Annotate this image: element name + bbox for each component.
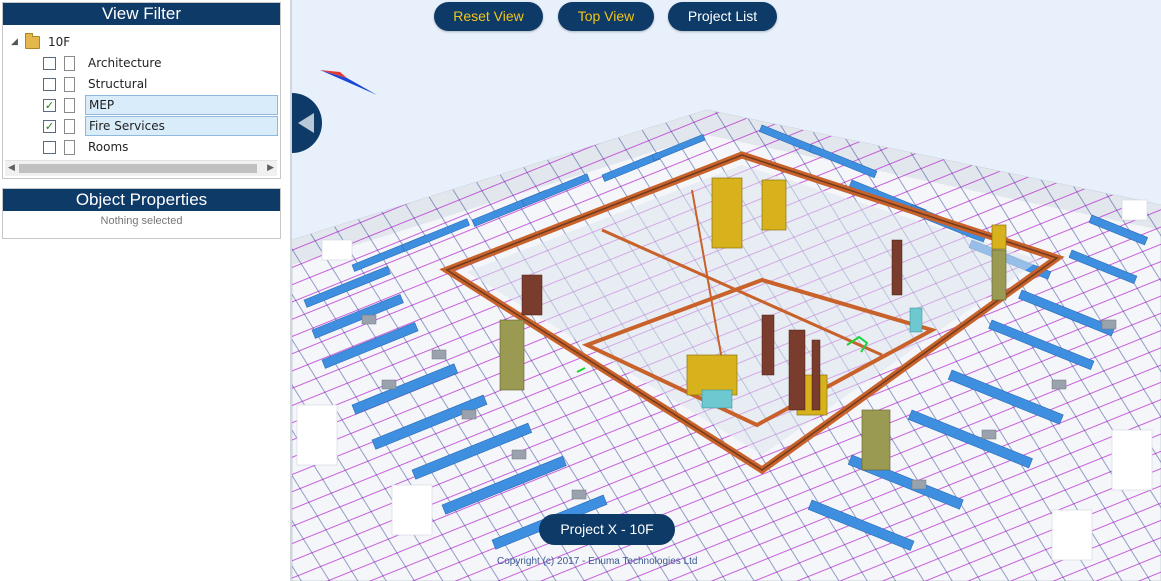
checkbox-architecture[interactable] <box>43 56 56 70</box>
view-filter-title: View Filter <box>3 3 280 25</box>
object-properties-title: Object Properties <box>3 189 280 211</box>
scroll-left-icon[interactable]: ◀ <box>8 162 15 173</box>
properties-empty-text: Nothing selected <box>100 215 183 227</box>
document-icon <box>64 118 75 134</box>
tree-item-structural[interactable]: Structural <box>43 74 278 94</box>
tree-item-label: Rooms <box>88 140 129 154</box>
tree-item-label: MEP <box>85 95 278 115</box>
object-properties-panel: Object Properties Nothing selected <box>2 188 281 239</box>
building-model-render[interactable] <box>292 0 1161 581</box>
document-icon <box>64 97 75 113</box>
project-name-badge: Project X - 10F <box>539 514 675 545</box>
view-filter-panel: View Filter ◢ 10F Architecture Structura… <box>2 2 281 179</box>
sidebar: View Filter ◢ 10F Architecture Structura… <box>0 0 292 581</box>
checkbox-structural[interactable] <box>43 77 56 91</box>
tree-item-rooms[interactable]: Rooms <box>43 137 278 157</box>
document-icon <box>64 55 75 71</box>
document-icon <box>64 76 75 92</box>
horizontal-scrollbar[interactable]: ◀ ▶ <box>5 160 277 176</box>
layer-tree: ◢ 10F Architecture Structural ✓ MEP ✓ Fi… <box>3 25 280 159</box>
scroll-right-icon[interactable]: ▶ <box>267 162 274 173</box>
folder-icon <box>25 32 40 49</box>
reset-view-button[interactable]: Reset View <box>434 2 543 31</box>
checkbox-fire-services[interactable]: ✓ <box>43 119 56 133</box>
tree-item-label: Structural <box>88 77 148 91</box>
copyright-text: Copyright (c) 2017 - Enuma Technologies … <box>497 556 698 567</box>
checkbox-mep[interactable]: ✓ <box>43 98 56 112</box>
tree-item-mep[interactable]: ✓ MEP <box>43 95 278 115</box>
tree-item-label: Architecture <box>88 56 162 70</box>
3d-viewport[interactable]: Reset View Top View Project List Project… <box>292 0 1161 581</box>
tree-root[interactable]: ◢ 10F <box>11 32 71 51</box>
checkbox-rooms[interactable] <box>43 140 56 154</box>
document-icon <box>64 139 75 155</box>
tree-item-label: Fire Services <box>85 116 278 136</box>
top-view-button[interactable]: Top View <box>558 2 654 31</box>
triangle-left-icon <box>298 113 314 133</box>
tree-item-architecture[interactable]: Architecture <box>43 53 278 73</box>
expand-arrow-icon[interactable]: ◢ <box>11 37 25 47</box>
compass-arrow-icon <box>320 70 377 95</box>
project-list-button[interactable]: Project List <box>668 2 777 31</box>
tree-root-label: 10F <box>48 35 71 49</box>
scrollbar-thumb[interactable] <box>19 164 257 173</box>
tree-item-fire-services[interactable]: ✓ Fire Services <box>43 116 278 136</box>
